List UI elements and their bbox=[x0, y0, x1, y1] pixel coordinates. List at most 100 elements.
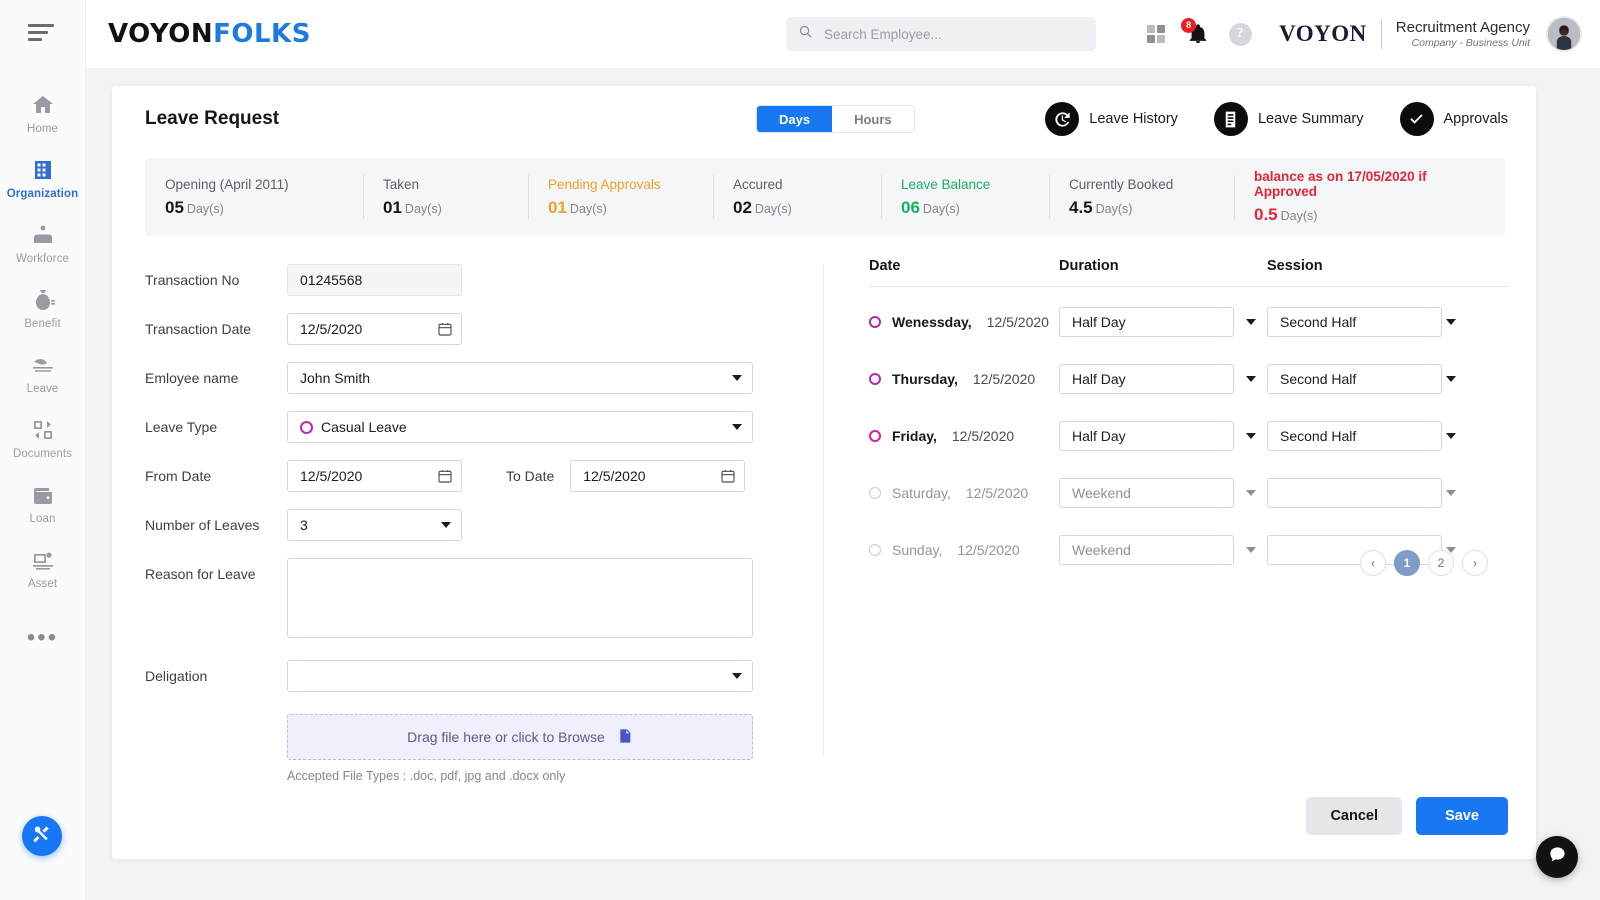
money-bag-icon bbox=[30, 287, 56, 313]
from-date-input[interactable]: 12/5/2020 bbox=[287, 460, 462, 492]
sidebar-item-workforce[interactable]: Workforce bbox=[0, 212, 85, 277]
stat-unit: Day(s) bbox=[922, 201, 960, 216]
duration-select[interactable]: Weekend bbox=[1059, 534, 1234, 565]
duration-select[interactable]: Weekend bbox=[1059, 477, 1234, 508]
stat-value: 01 bbox=[383, 197, 402, 217]
leave-marker-icon bbox=[869, 543, 881, 556]
pagination-prev[interactable]: ‹ bbox=[1360, 550, 1386, 576]
row-session-cell bbox=[1267, 477, 1467, 508]
save-button[interactable]: Save bbox=[1416, 797, 1508, 835]
field-control: 3 bbox=[287, 509, 462, 541]
sidebar-item-label: Organization bbox=[6, 188, 79, 200]
sidebar-item-documents[interactable]: Documents bbox=[0, 407, 85, 472]
form-table-divider bbox=[823, 264, 824, 756]
duration-select[interactable]: Half Day bbox=[1059, 420, 1234, 451]
field-label: Reason for Leave bbox=[145, 566, 256, 582]
apps-grid-button[interactable] bbox=[1135, 13, 1177, 55]
sidebar-item-leave[interactable]: Leave bbox=[0, 342, 85, 407]
chat-bubble-icon bbox=[1548, 845, 1567, 869]
stat-balance-if-approved: balance as on 17/05/2020 if Approved 0.5… bbox=[1234, 169, 1504, 224]
employee-name-select[interactable]: John Smith bbox=[287, 362, 753, 394]
hamburger-line bbox=[27, 37, 42, 41]
table-row: Thursday, 12/5/2020 Half Day Second Half bbox=[869, 350, 1509, 407]
stat-value: 05 bbox=[165, 197, 184, 217]
pagination-page-2[interactable]: 2 bbox=[1428, 550, 1454, 576]
chevron-down-icon bbox=[1446, 432, 1456, 439]
sidebar-item-asset[interactable]: Asset bbox=[0, 537, 85, 602]
session-select-wrap: Second Half bbox=[1267, 420, 1467, 451]
sidebar-item-benefit[interactable]: Benefit bbox=[0, 277, 85, 342]
stat-value-row: 05 Day(s) bbox=[165, 198, 343, 218]
sidebar-more-button[interactable]: ••• bbox=[0, 602, 85, 662]
row-duration-cell: Weekend bbox=[1059, 477, 1267, 508]
help-button[interactable]: ? bbox=[1219, 13, 1261, 55]
field-control: 01245568 bbox=[287, 264, 462, 296]
toggle-hours[interactable]: Hours bbox=[832, 106, 914, 132]
leave-request-form: Transaction No 01245568 Transaction Date… bbox=[145, 264, 865, 783]
cancel-button[interactable]: Cancel bbox=[1306, 797, 1402, 835]
file-upload-dropzone[interactable]: Drag file here or click to Browse bbox=[287, 714, 753, 760]
wallet-icon bbox=[30, 482, 56, 508]
reason-for-leave-textarea[interactable] bbox=[287, 558, 753, 638]
chevron-down-icon bbox=[1446, 489, 1456, 496]
stat-value: 01 bbox=[548, 197, 567, 217]
approvals-button[interactable]: Approvals bbox=[1399, 102, 1508, 136]
duration-select-wrap: Weekend bbox=[1059, 477, 1267, 508]
transaction-date-input[interactable]: 12/5/2020 bbox=[287, 313, 462, 345]
search-input[interactable] bbox=[824, 26, 1074, 42]
sidebar-item-organization[interactable]: Organization bbox=[0, 147, 85, 212]
duration-select[interactable]: Half Day bbox=[1059, 306, 1234, 337]
company-info: Recruitment Agency Company - Business Un… bbox=[1396, 19, 1530, 48]
pagination-next[interactable]: › bbox=[1462, 550, 1488, 576]
to-date-input[interactable]: 12/5/2020 bbox=[570, 460, 746, 492]
stat-label: Taken bbox=[383, 176, 420, 192]
row-date-cell: Sunday, 12/5/2020 bbox=[869, 542, 1059, 558]
upload-label: Drag file here or click to Browse bbox=[407, 729, 605, 745]
delegation-select[interactable] bbox=[287, 660, 753, 692]
stat-pending-approvals: Pending Approvals 01 Day(s) bbox=[528, 173, 713, 221]
sidebar-item-loan[interactable]: Loan bbox=[0, 472, 85, 537]
stat-label: Opening (April 2011) bbox=[165, 176, 289, 192]
app-logo[interactable]: VOYONFOLKS bbox=[108, 19, 311, 49]
calendar-icon[interactable] bbox=[720, 468, 736, 484]
pagination-page-1[interactable]: 1 bbox=[1394, 550, 1420, 576]
number-of-leaves-select[interactable]: 3 bbox=[287, 509, 462, 541]
sidebar-item-label: Documents bbox=[12, 448, 73, 460]
hamburger-line bbox=[27, 23, 54, 27]
session-select[interactable]: Second Half bbox=[1267, 420, 1442, 451]
app-root: Home Organization Workforce Benefit Leav… bbox=[0, 0, 1600, 900]
stat-value-row: 4.5 Day(s) bbox=[1069, 198, 1214, 218]
hamburger-line bbox=[27, 30, 48, 34]
session-select[interactable]: Second Half bbox=[1267, 306, 1442, 337]
hamburger-menu-icon[interactable] bbox=[27, 22, 58, 42]
row-day-name: Sunday, bbox=[892, 541, 943, 558]
leave-request-card: Leave Request Days Hours Leave History L… bbox=[112, 86, 1536, 859]
grid-cell bbox=[1146, 24, 1155, 33]
search-bar[interactable] bbox=[786, 17, 1096, 51]
leave-history-button[interactable]: Leave History bbox=[1045, 102, 1178, 136]
toggle-days[interactable]: Days bbox=[757, 106, 833, 132]
tools-fab-button[interactable] bbox=[22, 816, 62, 856]
transaction-no-input[interactable]: 01245568 bbox=[287, 264, 462, 296]
leave-type-select[interactable]: Casual Leave bbox=[287, 411, 753, 443]
notifications-button[interactable]: 8 bbox=[1177, 13, 1219, 55]
sidebar-item-home[interactable]: Home bbox=[0, 82, 85, 147]
session-select[interactable] bbox=[1267, 477, 1442, 508]
card-header: Leave Request Days Hours Leave History L… bbox=[112, 86, 1536, 158]
tools-icon bbox=[32, 824, 52, 849]
stat-unit: Day(s) bbox=[186, 201, 224, 216]
session-select[interactable]: Second Half bbox=[1267, 363, 1442, 394]
duration-select[interactable]: Half Day bbox=[1059, 363, 1234, 394]
history-clock-icon bbox=[1045, 102, 1080, 136]
calendar-icon[interactable] bbox=[437, 468, 453, 484]
row-day-name: Thursday, bbox=[892, 370, 958, 387]
field-reason-for-leave: Reason for Leave bbox=[145, 558, 865, 638]
avatar[interactable] bbox=[1546, 16, 1582, 52]
calendar-icon[interactable] bbox=[437, 321, 453, 337]
row-day-name: Friday, bbox=[892, 427, 937, 444]
chat-fab-button[interactable] bbox=[1536, 836, 1578, 878]
leave-summary-button[interactable]: Leave Summary bbox=[1213, 102, 1364, 136]
field-leave-type: Leave Type Casual Leave bbox=[145, 411, 865, 443]
row-date-value: 12/5/2020 bbox=[957, 541, 1020, 558]
field-control bbox=[287, 660, 753, 692]
